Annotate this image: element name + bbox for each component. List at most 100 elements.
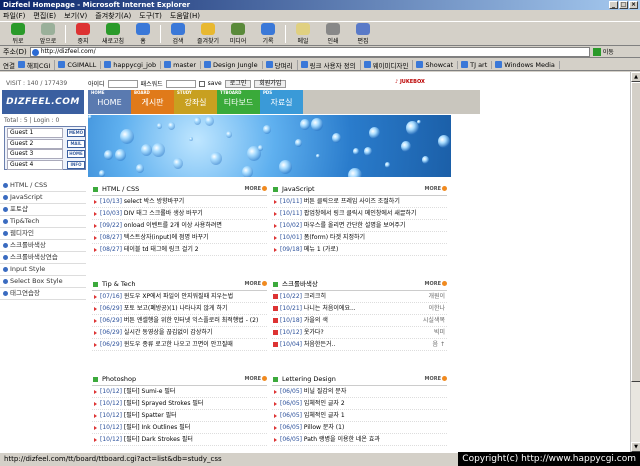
more-link[interactable]: MORE: [425, 184, 447, 195]
post-row[interactable]: [10/12] 옷가다? 빅미: [272, 327, 447, 339]
guest-memo-button[interactable]: MEMO: [67, 129, 85, 137]
jukebox-link[interactable]: ♪ JUKEBOX: [395, 79, 425, 85]
post-row[interactable]: [06/29] 실시간 동영상을 끊김없이 감상하기: [92, 327, 267, 339]
toolbar-button-refresh[interactable]: 새로고침: [98, 22, 128, 45]
post-row[interactable]: [06/29] 버튼 엔셀행을 위한 인터넷 익스플로러 최적행법 - (2): [92, 315, 267, 327]
toolbar-button-forward-arrow[interactable]: 앞으로: [33, 22, 63, 45]
toolbar-button-favorites[interactable]: 즐겨찾기: [193, 22, 223, 45]
link-item[interactable]: Windows Media: [495, 60, 560, 69]
toolbar-button-print[interactable]: 인쇄: [318, 22, 348, 45]
link-item[interactable]: happycgi_job: [104, 60, 162, 69]
minimize-button[interactable]: _: [609, 1, 618, 9]
post-row[interactable]: [09/22] onload 이벤트를 2개 이상 사용하려면: [92, 220, 267, 232]
post-row[interactable]: [10/18] 가을의 색 시실색목: [272, 315, 447, 327]
maximize-button[interactable]: □: [619, 1, 628, 9]
scroll-up-button[interactable]: ▲: [631, 72, 640, 82]
link-item[interactable]: 해피CGI: [17, 59, 56, 70]
link-item[interactable]: master: [164, 60, 202, 69]
post-row[interactable]: [10/22] 크리크히 개원이: [272, 291, 447, 303]
post-row[interactable]: [08/27] 텍스트상자(input)에 점명 바꾸기: [92, 232, 267, 244]
post-row[interactable]: [09/18] 메뉴 1 (가로): [272, 244, 447, 256]
post-row[interactable]: [10/11] 버튼 클릭으로 프레임 사이즈 조절하기: [272, 196, 447, 208]
side-menu-item[interactable]: Select Box Style: [0, 276, 86, 288]
login-button[interactable]: 로그인: [224, 79, 252, 88]
link-item[interactable]: 웨이미디자인: [363, 59, 414, 70]
menu-help[interactable]: 도움말(H): [170, 11, 200, 21]
link-item[interactable]: 링크 사용자 정의: [300, 59, 361, 70]
toolbar-button-search[interactable]: 검색: [163, 22, 193, 45]
nav-tab-study[interactable]: STUDY 강좌실: [174, 90, 217, 114]
site-logo[interactable]: DIZFEEL.COM: [2, 90, 84, 114]
menu-tools[interactable]: 도구(T): [139, 11, 162, 21]
nav-tab-board[interactable]: BOARD 게시판: [131, 90, 174, 114]
post-row[interactable]: [08/27] 테이블 td 태그에 링크 걸기 2: [92, 244, 267, 256]
close-button[interactable]: ×: [629, 1, 638, 9]
toolbar-button-mail[interactable]: 메일: [288, 22, 318, 45]
post-row[interactable]: [10/13] select 박스 방향바꾸기: [92, 196, 267, 208]
post-row[interactable]: [06/05] Path 랭병을 이용한 네온 효과: [272, 434, 447, 446]
menu-file[interactable]: 파일(F): [3, 11, 25, 21]
link-item[interactable]: TJ art: [461, 60, 493, 69]
side-menu-item[interactable]: 포토샵: [0, 204, 86, 216]
link-item[interactable]: 당며리: [265, 59, 298, 70]
side-menu-item[interactable]: Tip&Tech: [0, 216, 86, 228]
side-menu-item[interactable]: JavaScript: [0, 192, 86, 204]
post-row[interactable]: [07/16] 윈도우 XP에서 파일이 안지워질때 지우는법: [92, 291, 267, 303]
post-row[interactable]: [06/05] 비닐 질감의 문자: [272, 386, 447, 398]
post-row[interactable]: [10/02] 마우스를 올리면 간단한 설명을 보여주기: [272, 220, 447, 232]
post-row[interactable]: [10/21] 나니는 처음이에요... 이한나: [272, 303, 447, 315]
post-row[interactable]: [10/12] [필터] Sumi-e 필터: [92, 386, 267, 398]
save-checkbox[interactable]: [198, 80, 205, 87]
more-link[interactable]: MORE: [425, 279, 447, 290]
guest-home-button[interactable]: HOME: [67, 150, 85, 158]
post-row[interactable]: [10/04] 처음한든거.. 음 ↑: [272, 339, 447, 351]
nav-tab-home[interactable]: HOME HOME: [88, 90, 131, 114]
post-row[interactable]: [10/11] 팝업창에서 링크 클릭시 메인창에서 새끌하기: [272, 208, 447, 220]
post-row[interactable]: [06/05] 입체적인 글자 2: [272, 398, 447, 410]
toolbar-button-stop[interactable]: 중지: [68, 22, 98, 45]
more-link[interactable]: MORE: [425, 374, 447, 385]
menu-edit[interactable]: 편집(E): [33, 11, 56, 21]
go-button[interactable]: 이동: [592, 47, 614, 56]
scroll-down-button[interactable]: ▼: [631, 442, 640, 452]
toolbar-button-history[interactable]: 기록: [253, 22, 283, 45]
link-item[interactable]: CGIMALL: [58, 60, 102, 69]
guest-info-button[interactable]: INFO: [67, 160, 85, 169]
post-row[interactable]: [06/05] Pillow 문자 (1): [272, 422, 447, 434]
toolbar-button-media[interactable]: 미디어: [223, 22, 253, 45]
more-link[interactable]: MORE: [245, 279, 267, 290]
pw-input[interactable]: [165, 79, 196, 88]
more-link[interactable]: MORE: [245, 184, 267, 195]
post-row[interactable]: [06/29] 포토 보고(폐방공)(1) 나타나지 않게 하기: [92, 303, 267, 315]
side-menu-item[interactable]: 스크롤바색상: [0, 240, 86, 252]
post-row[interactable]: [10/12] [필터] Ink Outlines 필터: [92, 422, 267, 434]
link-item[interactable]: Design Jungle: [204, 60, 263, 69]
guest-mail-button[interactable]: MAIL: [67, 139, 85, 148]
menu-view[interactable]: 보기(V): [64, 11, 87, 21]
more-link[interactable]: MORE: [245, 374, 267, 385]
id-input[interactable]: [107, 79, 138, 88]
toolbar-button-home[interactable]: 홈: [128, 22, 158, 45]
nav-tab-pds[interactable]: PDS 자료실: [260, 90, 303, 114]
side-menu-item[interactable]: 스크롤바색상연습: [0, 252, 86, 264]
post-row[interactable]: [10/01] 폼(form) 타겟 지정하기: [272, 232, 447, 244]
side-menu-item[interactable]: Input Style: [0, 264, 86, 276]
link-item[interactable]: Showcat: [416, 60, 459, 69]
toolbar-button-edit[interactable]: 편집: [348, 22, 378, 45]
join-button[interactable]: 회원가입: [254, 79, 287, 88]
side-menu-item[interactable]: 태그연습장: [0, 288, 86, 300]
post-row[interactable]: [10/12] [필터] Spatter 필터: [92, 410, 267, 422]
scroll-thumb[interactable]: [631, 82, 640, 382]
post-row[interactable]: [10/12] [필터] Dark Strokes 필터: [92, 434, 267, 446]
post-row[interactable]: [10/03] DIV 태그 스크롤바 생상 바꾸기: [92, 208, 267, 220]
toolbar-button-back-arrow[interactable]: 뒤로: [3, 22, 33, 45]
side-menu-item[interactable]: 웹디자인: [0, 228, 86, 240]
post-row[interactable]: [06/05] 입체적인 글자 1: [272, 410, 447, 422]
post-row[interactable]: [10/12] [필터] Sprayed Strokes 필터: [92, 398, 267, 410]
address-input[interactable]: http://dizfeel.com/: [29, 46, 590, 57]
menu-favorites[interactable]: 즐겨찾기(A): [95, 11, 131, 21]
post-row[interactable]: [06/29] 윈도우 종류 로고한 나오고 끄면이 안끄질때: [92, 339, 267, 351]
side-menu-item[interactable]: HTML / CSS: [0, 180, 86, 192]
nav-tab-ttboard[interactable]: TTBOARD 티타보드: [217, 90, 260, 114]
vertical-scrollbar[interactable]: ▲ ▼: [630, 72, 640, 452]
